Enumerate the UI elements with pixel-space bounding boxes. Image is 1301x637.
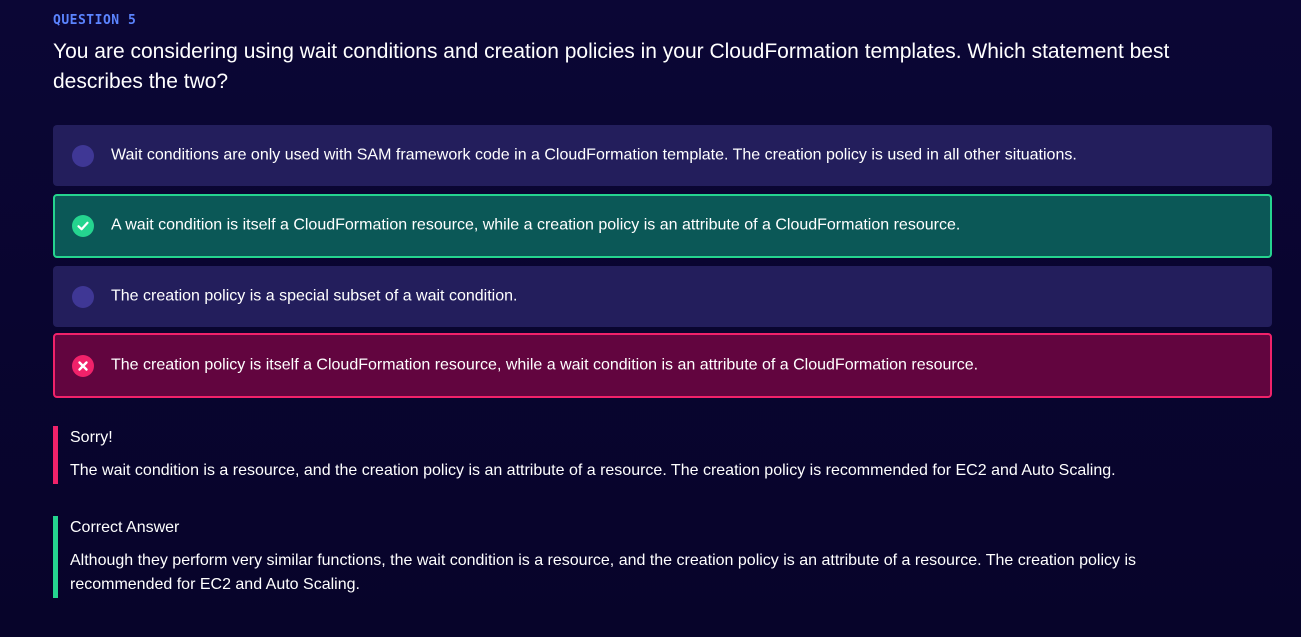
- check-circle-icon: [72, 215, 94, 237]
- question-text: You are considering using wait condition…: [53, 40, 1170, 93]
- radio-circle-icon[interactable]: [72, 285, 94, 308]
- answer-options: Wait conditions are only used with SAM f…: [53, 125, 1272, 406]
- x-circle-icon: [72, 354, 94, 377]
- incorrect-feedback-bar: [53, 426, 58, 484]
- answer-option-3[interactable]: The creation policy is a special subset …: [53, 266, 1272, 327]
- correct-answer-text: Although they perform very similar funct…: [70, 552, 1137, 593]
- answer-option-4-incorrect[interactable]: The creation policy is itself a CloudFor…: [53, 333, 1272, 398]
- answer-option-label: The creation policy is itself a CloudFor…: [111, 356, 979, 374]
- answer-option-label: A wait condition is itself a CloudFormat…: [111, 216, 961, 234]
- question-number: QUESTION 5: [53, 13, 137, 28]
- incorrect-feedback: Sorry! The wait condition is a resource,…: [53, 426, 1203, 484]
- incorrect-feedback-text: The wait condition is a resource, and th…: [70, 462, 1116, 479]
- answer-option-1[interactable]: Wait conditions are only used with SAM f…: [53, 125, 1272, 186]
- incorrect-feedback-title: Sorry!: [70, 429, 113, 446]
- correct-answer-title: Correct Answer: [70, 519, 180, 536]
- correct-answer-feedback-bar: [53, 516, 58, 598]
- answer-option-2-correct[interactable]: A wait condition is itself a CloudFormat…: [53, 194, 1272, 258]
- radio-circle-icon[interactable]: [72, 144, 94, 167]
- correct-answer-feedback: Correct Answer Although they perform ver…: [53, 516, 1203, 598]
- answer-option-label: The creation policy is a special subset …: [111, 287, 518, 305]
- answer-option-label: Wait conditions are only used with SAM f…: [111, 146, 1077, 164]
